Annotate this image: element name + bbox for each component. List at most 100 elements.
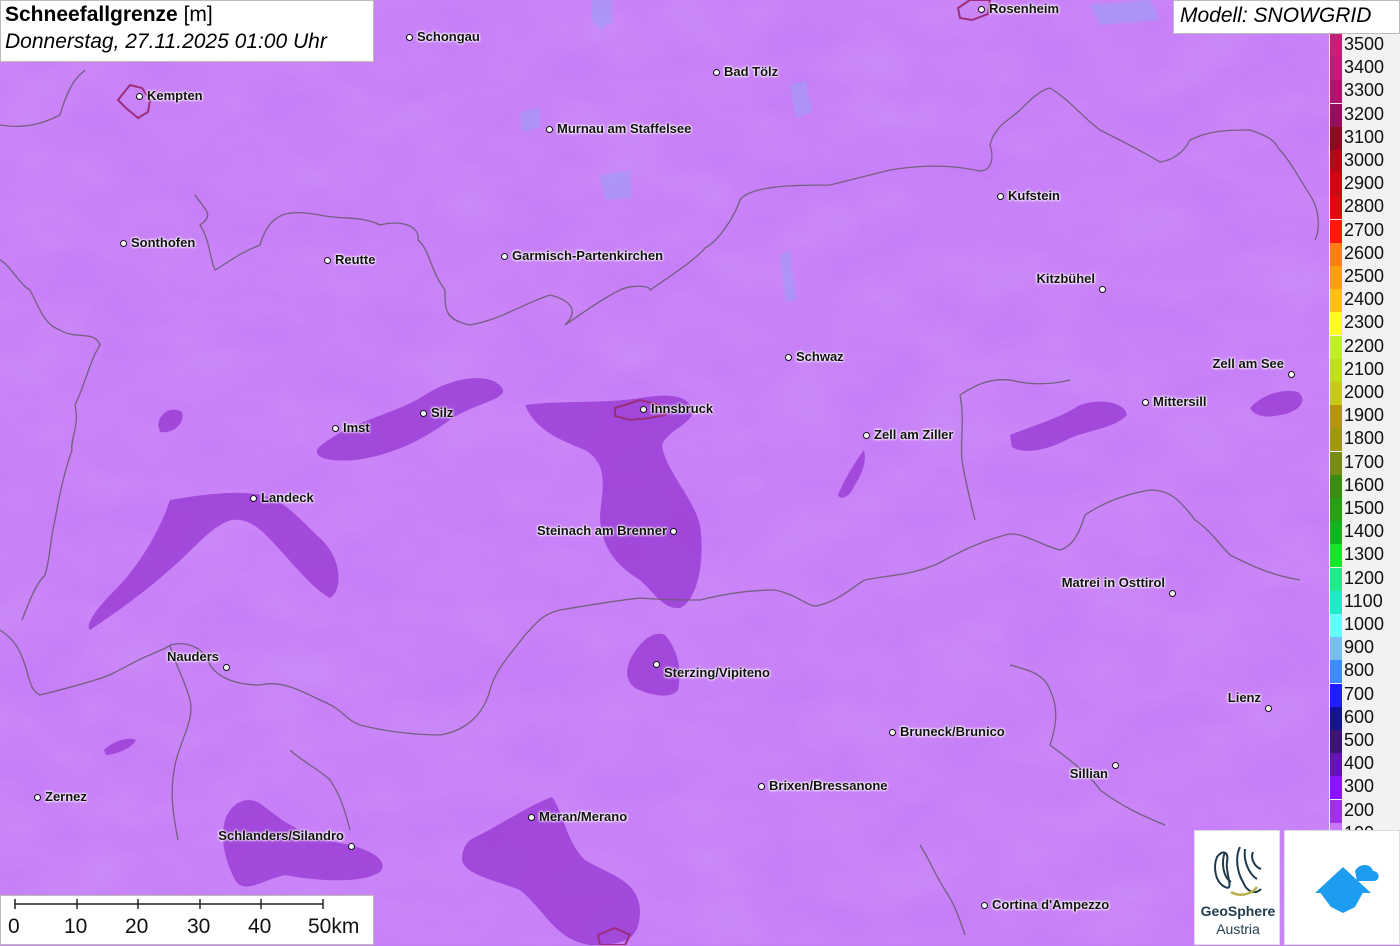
city-label-kempten: Kempten (147, 88, 203, 103)
city-label-sterzing-vipiteno: Sterzing/Vipiteno (664, 665, 770, 680)
legend-row-200: 200 (1329, 789, 1400, 823)
city-label-rosenheim: Rosenheim (989, 1, 1060, 16)
city-marker-zernez[interactable] (33, 793, 41, 801)
legend-row-800: 800 (1329, 649, 1400, 684)
legend-row-1300: 1300 (1329, 533, 1400, 568)
geosphere-logo[interactable]: GeoSphere Austria (1194, 830, 1280, 945)
city-marker-zell-am-see[interactable] (1287, 370, 1295, 378)
scale-label-40: 40 (248, 915, 272, 938)
lake-staffelsee (520, 108, 540, 132)
city-label-kitzb-hel: Kitzbühel (1036, 271, 1096, 286)
city-label-zernez: Zernez (45, 789, 87, 804)
scale-label-30: 30 (187, 915, 211, 938)
legend-row-2000: 2000 (1329, 371, 1400, 405)
legend-row-2200: 2200 (1329, 325, 1400, 359)
city-label-imst: Imst (343, 420, 370, 435)
city-label-kufstein: Kufstein (1008, 188, 1060, 203)
city-label-innsbruck: Innsbruck (651, 401, 714, 416)
city-marker-reutte[interactable] (323, 256, 331, 264)
geosphere-text: GeoSphere (1200, 903, 1276, 919)
city-marker-schwaz[interactable] (784, 353, 792, 361)
city-marker-schlanders-silandro[interactable] (347, 842, 355, 850)
city-marker-mittersill[interactable] (1141, 398, 1149, 406)
legend-row-1600: 1600 (1329, 464, 1400, 498)
city-marker-imst[interactable] (331, 424, 339, 432)
city-marker-zell-am-ziller[interactable] (862, 431, 870, 439)
map-title: Schneefallgrenze [m] (5, 3, 369, 27)
city-marker-brixen-bressanone[interactable] (757, 782, 765, 790)
model-label: Modell: SNOWGRID (1173, 0, 1400, 34)
city-marker-bruneck-brunico[interactable] (888, 728, 896, 736)
city-marker-matrei-in-osttirol[interactable] (1168, 589, 1176, 597)
city-marker-innsbruck[interactable] (639, 405, 647, 413)
legend-row-3000: 3000 (1329, 139, 1400, 173)
city-label-steinach-am-brenner: Steinach am Brenner (536, 523, 667, 538)
city-marker-silz[interactable] (419, 409, 427, 417)
city-marker-garmisch-partenkirchen[interactable] (500, 252, 508, 260)
city-marker-bad-t-lz[interactable] (712, 68, 720, 76)
city-label-sonthofen: Sonthofen (131, 235, 196, 250)
city-label-silz: Silz (431, 405, 454, 420)
legend-row-3200: 3200 (1329, 93, 1400, 127)
title-unit: [m] (183, 3, 213, 26)
title-text: Schneefallgrenze (5, 3, 178, 26)
legend-swatch (1330, 822, 1342, 830)
legend-row-1100: 1100 (1329, 580, 1400, 614)
city-label-meran-merano: Meran/Merano (539, 809, 628, 824)
city-label-bruneck-brunico: Bruneck/Brunico (900, 724, 1005, 739)
city-marker-rosenheim[interactable] (977, 5, 985, 13)
legend-row-3500: 3500 (1329, 34, 1400, 57)
city-label-reutte: Reutte (335, 252, 376, 267)
city-label-nauders: Nauders (166, 649, 219, 664)
city-marker-murnau-am-staffelsee[interactable] (545, 125, 553, 133)
legend-row-600: 600 (1329, 696, 1400, 730)
city-marker-kitzb-hel[interactable] (1098, 285, 1106, 293)
city-label-garmisch-partenkirchen: Garmisch-Partenkirchen (512, 248, 664, 263)
city-marker-sterzing-vipiteno[interactable] (652, 660, 660, 668)
city-label-zell-am-see: Zell am See (1212, 356, 1284, 371)
legend-row-100: 100 (1329, 812, 1400, 830)
legend-row-1400: 1400 (1329, 510, 1400, 545)
legend-row-2800: 2800 (1329, 185, 1400, 220)
city-label-mittersill: Mittersill (1153, 394, 1207, 409)
city-marker-sonthofen[interactable] (119, 239, 127, 247)
city-label-cortina-d-ampezzo: Cortina d'Ampezzo (992, 897, 1110, 912)
city-label-sillian: Sillian (1069, 766, 1108, 781)
city-marker-meran-merano[interactable] (527, 813, 535, 821)
legend-row-400: 400 (1329, 742, 1400, 777)
color-legend: 3500 3400 3300 3200 3100 3000 2900 2800 2700 2600… (1329, 34, 1400, 830)
city-label-zell-am-ziller: Zell am Ziller (874, 427, 954, 442)
legend-row-500: 500 (1329, 719, 1400, 753)
title-box: Schneefallgrenze [m] Donnerstag, 27.11.2… (0, 0, 374, 62)
city-marker-schongau[interactable] (405, 33, 413, 41)
city-marker-landeck[interactable] (249, 494, 257, 502)
snow-cloud-icon (1315, 865, 1379, 913)
legend-row-300: 300 (1329, 765, 1400, 800)
terrain-relief (0, 0, 1400, 945)
legend-row-2300: 2300 (1329, 301, 1400, 336)
app-logo[interactable] (1284, 830, 1400, 945)
legend-row-2400: 2400 (1329, 278, 1400, 313)
legend-row-1800: 1800 (1329, 417, 1400, 452)
city-label-schwaz: Schwaz (796, 349, 844, 364)
city-marker-kufstein[interactable] (996, 192, 1004, 200)
lake-walchensee (600, 170, 632, 200)
city-label-lienz: Lienz (1227, 690, 1261, 705)
legend-row-900: 900 (1329, 626, 1400, 661)
city-marker-steinach-am-brenner[interactable] (669, 527, 677, 535)
legend-row-3100: 3100 (1329, 116, 1400, 150)
map-canvas[interactable] (0, 0, 1400, 945)
scale-label-0: 0 (8, 915, 20, 938)
city-label-schlanders-silandro: Schlanders/Silandro (218, 828, 344, 843)
city-marker-cortina-d-ampezzo[interactable] (980, 901, 988, 909)
city-label-brixen-bressanone: Brixen/Bressanone (769, 778, 888, 793)
city-marker-kempten[interactable] (135, 92, 143, 100)
city-marker-nauders[interactable] (222, 663, 230, 671)
city-marker-lienz[interactable] (1264, 704, 1272, 712)
city-label-bad-t-lz: Bad Tölz (724, 64, 779, 79)
legend-row-2500: 2500 (1329, 255, 1400, 289)
city-marker-sillian[interactable] (1111, 761, 1119, 769)
legend-row-2900: 2900 (1329, 162, 1400, 197)
scale-label-10: 10 (64, 915, 88, 938)
legend-row-3400: 3400 (1329, 46, 1400, 81)
